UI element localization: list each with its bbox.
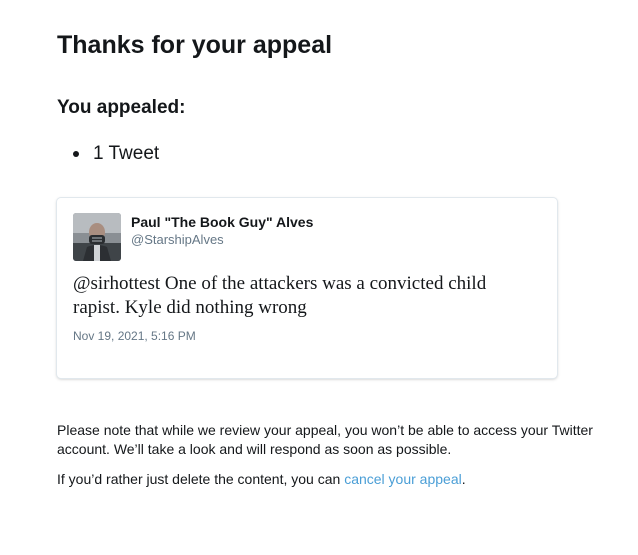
page-title: Thanks for your appeal [57,31,333,59]
appealed-items-list: 1 Tweet [73,142,159,166]
delete-notice-suffix: . [461,471,466,487]
delete-notice-text: If you’d rather just delete the content,… [57,471,345,487]
appealed-item: 1 Tweet [73,142,159,166]
review-notice: Please note that while we review your ap… [57,422,593,457]
user-avatar-icon[interactable] [73,213,121,261]
tweet-author-name[interactable]: Paul "The Book Guy" Alves [131,214,313,231]
tweet-author-handle[interactable]: @StarshipAlves [131,232,224,248]
appealed-item-label: 1 Tweet [93,143,160,164]
tweet-timestamp[interactable]: Nov 19, 2021, 5:16 PM [73,329,196,344]
cancel-appeal-link[interactable]: cancel your appeal [344,471,462,487]
tweet-card[interactable]: Paul "The Book Guy" Alves @StarshipAlves… [57,198,557,378]
section-title: You appealed: [57,97,186,118]
delete-content-notice: If you’d rather just delete the content,… [57,470,617,489]
bullet-icon [73,151,79,157]
tweet-text: @sirhottest One of the attackers was a c… [73,273,487,318]
